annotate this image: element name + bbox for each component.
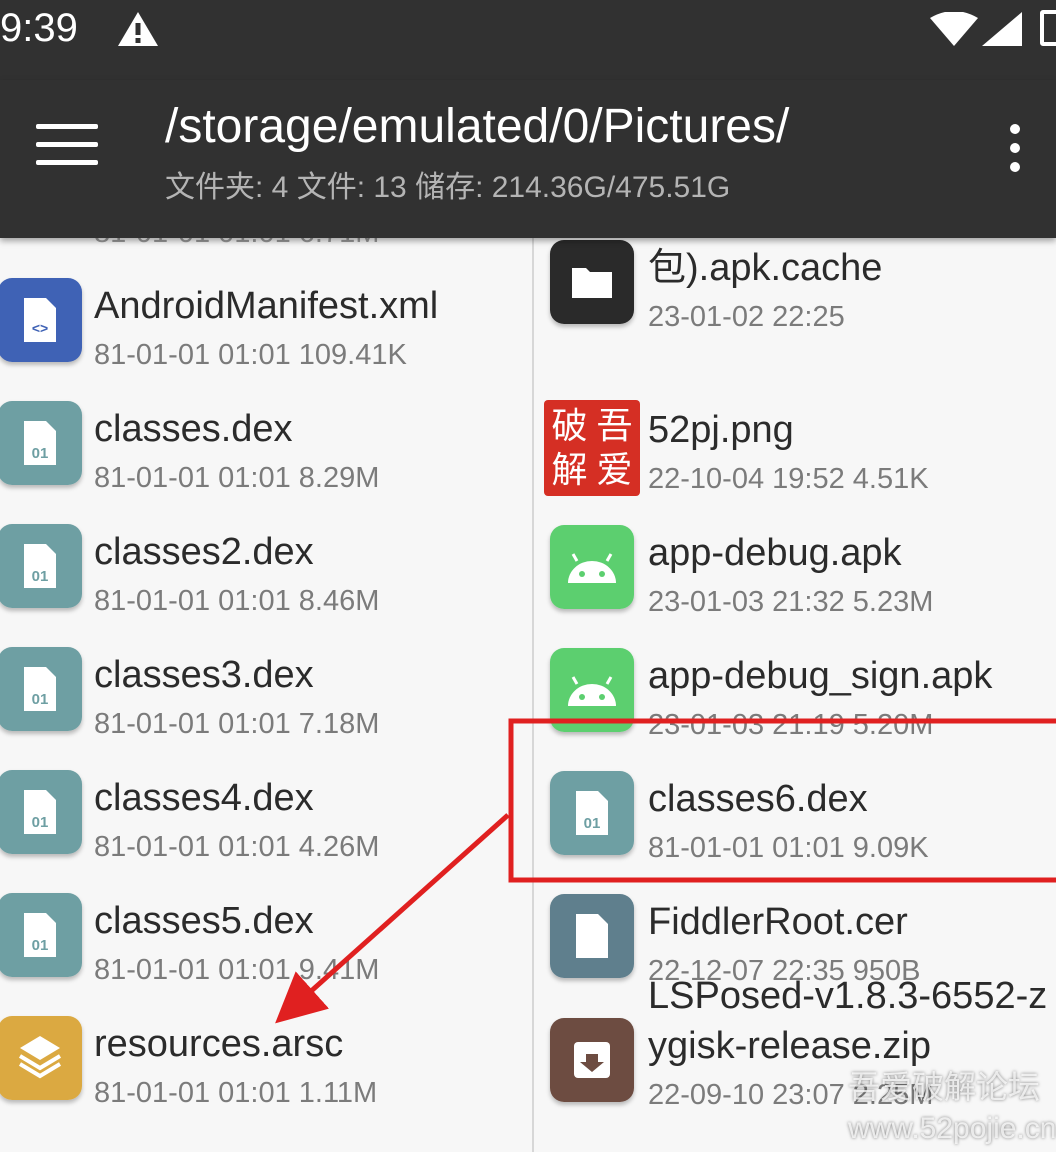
file-item[interactable]: 破吾解爱 52pj.png 22-10-04 19:52 4.51K [534,400,1056,529]
file-name: app-debug.apk [648,532,902,574]
dex-file-icon: 01 [0,647,82,731]
file-name: resources.arsc [94,1023,344,1065]
stamp-character: 爱 [596,450,633,491]
file-name: LSPosed-v1.8.3-6552-z [648,975,1048,1017]
file-item[interactable]: 01 classes3.dex 81-01-01 01:01 7.18M [0,647,532,774]
dex-file-icon: 01 [0,770,82,854]
archive-icon [550,1018,634,1102]
file-meta: 81-01-01 01:01 8.29M [94,462,380,494]
file-item[interactable]: <> AndroidManifest.xml 81-01-01 01:01 109.… [0,278,532,405]
file-name: classes5.dex [94,900,314,942]
file-meta: 22-10-04 19:52 4.51K [648,463,929,495]
more-options-icon[interactable] [1000,124,1030,180]
file-name: classes2.dex [94,531,314,573]
file-meta: 81-01-01 01:01 9.41M [94,954,380,986]
file-item[interactable]: 01 classes.dex 81-01-01 01:01 8.29M [0,401,532,528]
file-item[interactable]: 教程demo(原包).apk.cache 23-01-02 22:25 [534,238,1056,367]
file-item[interactable]: app-debug_sign.apk 23-01-03 21:19 5.20M [534,648,1056,775]
android-icon [550,648,634,732]
file-item[interactable]: 01 classes5.dex 81-01-01 01:01 9.41M [0,893,532,1020]
file-meta: 81-01-01 01:01 1.11M [94,1077,378,1109]
file-name: classes6.dex [648,778,868,820]
dex-file-icon: 01 [550,771,634,855]
file-name: app-debug_sign.apk [648,655,993,697]
current-path: /storage/emulated/0/Pictures/ [165,100,790,153]
wifi-icon [930,12,978,46]
svg-text:01: 01 [32,937,49,954]
battery-icon [1040,10,1056,46]
status-time: 9:39 [0,6,78,50]
file-icon [550,894,634,978]
partial-item-meta: 81-01-01 01:01 6.71M [94,238,379,250]
file-item[interactable]: 01 classes6.dex 81-01-01 01:01 9.09K [534,771,1056,898]
file-item[interactable]: app-debug.apk 23-01-03 21:32 5.23M [534,525,1056,652]
file-meta: 23-01-03 21:19 5.20M [648,709,934,741]
file-name: 教程demo(原 [648,238,870,240]
file-name-continued: ygisk-release.zip [648,1025,931,1067]
svg-text:01: 01 [32,691,49,708]
svg-text:<>: <> [32,320,48,336]
android-icon [550,525,634,609]
image-thumbnail: 破吾解爱 [544,400,640,496]
app-bar: /storage/emulated/0/Pictures/ 文件夹: 4 文件:… [0,80,1056,238]
file-name: classes.dex [94,408,293,450]
menu-icon[interactable] [36,124,98,172]
file-meta: 81-01-01 01:01 4.26M [94,831,380,863]
file-name-continued: 包).apk.cache [648,247,883,289]
xml-file-icon: <> [0,278,82,362]
file-item[interactable]: 01 classes4.dex 81-01-01 01:01 4.26M [0,770,532,897]
dex-file-icon: 01 [0,524,82,608]
file-name: AndroidManifest.xml [94,285,439,327]
file-meta: 81-01-01 01:01 8.46M [94,585,380,617]
dex-file-icon: 01 [0,401,82,485]
watermark-text: 吾爱破解论坛 [848,1069,1041,1105]
svg-text:01: 01 [32,814,49,831]
file-name: 52pj.png [648,409,794,451]
left-file-pane[interactable]: 81-01-01 01:01 6.71M <> AndroidManifest.x… [0,238,532,1152]
right-file-pane[interactable]: 教程demo(原包).apk.cache23-01-02 22:25破吾解爱52… [534,238,1056,1152]
stamp-character: 破 [551,406,588,447]
file-name: classes4.dex [94,777,314,819]
file-meta: 23-01-02 22:25 [648,301,845,333]
file-item[interactable]: 01 classes2.dex 81-01-01 01:01 8.46M [0,524,532,651]
stamp-character: 解 [551,450,588,491]
file-meta: 81-01-01 01:01 9.09K [648,832,929,864]
svg-text:01: 01 [32,445,49,462]
status-bar: 9:39 [0,0,1056,80]
file-name: classes3.dex [94,654,314,696]
svg-text:01: 01 [584,815,601,832]
folder-icon [550,240,634,324]
watermark-url: www.52pojie.cn [848,1112,1056,1145]
file-meta: 81-01-01 01:01 7.18M [94,708,380,740]
file-item[interactable]: resources.arsc 81-01-01 01:01 1.11M [0,1016,532,1143]
stamp-character: 吾 [596,406,633,447]
file-name: FiddlerRoot.cer [648,901,908,943]
dex-file-icon: 01 [0,893,82,977]
file-meta: 23-01-03 21:32 5.23M [648,586,934,618]
signal-icon [982,12,1022,46]
layers-icon [0,1016,82,1100]
svg-text:01: 01 [32,568,49,585]
warning-icon [118,12,158,46]
storage-summary: 文件夹: 4 文件: 13 储存: 214.36G/475.51G [165,171,731,204]
file-meta: 81-01-01 01:01 109.41K [94,339,407,371]
